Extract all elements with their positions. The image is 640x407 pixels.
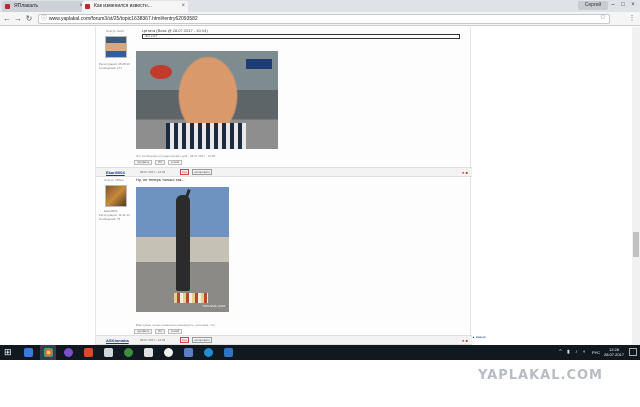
rating-icons[interactable]: ● ■ (462, 338, 468, 343)
post-body-text: Ну, он теперь только так... (136, 177, 185, 182)
tab-label: ЯПлакалъ (14, 3, 39, 9)
tab-label: Как изменился известн... (94, 3, 152, 9)
post-header: ASKtomaha 28.07.2017 - 12:02 Ред цитиров… (96, 335, 472, 345)
post-note: Вам нужно лучше правильно переводить, уч… (136, 323, 218, 327)
app-icon[interactable] (224, 348, 233, 357)
address-bar[interactable]: ⓘ www.yaplakal.com/forum3/st/25/topic163… (38, 14, 610, 24)
close-tab-icon[interactable]: × (181, 1, 185, 12)
navigation-bar: ← → ↻ ⓘ www.yaplakal.com/forum3/st/25/to… (0, 12, 640, 26)
background-banner (246, 59, 272, 69)
menu-icon[interactable]: ⋮ (628, 14, 636, 24)
calculator-icon[interactable] (104, 348, 113, 357)
edit-button[interactable]: Ред (180, 337, 190, 343)
clock[interactable]: 12:28 28.07.2017 (604, 347, 624, 357)
quote-button[interactable]: цитировать (192, 169, 212, 175)
tab-active-topic[interactable]: Как изменился известн... × (82, 1, 188, 12)
profile-button[interactable]: Сергей (578, 1, 608, 10)
save-button[interactable]: в мой (168, 160, 183, 165)
minimize-icon[interactable]: – (608, 0, 618, 11)
app-icon[interactable] (184, 348, 193, 357)
image-watermark: YAPLAKAL.COM (202, 304, 225, 308)
post-actions: профиль ЛС в мой (134, 329, 184, 334)
quote-text: Это кто? (142, 34, 460, 39)
flowers (174, 293, 208, 303)
site-watermark: YAPLAKAL.COM (478, 368, 603, 383)
post-image[interactable] (136, 51, 278, 149)
striped-shirt (166, 123, 246, 149)
author-link[interactable]: Ekari0004 (106, 170, 125, 175)
language-indicator[interactable]: РУС (592, 350, 600, 355)
app-icon[interactable] (84, 348, 93, 357)
forum-thread: Статус: Gold Регистрация: 25.08.10 Сообщ… (95, 27, 472, 345)
clock-icon[interactable] (164, 348, 173, 357)
app-icon[interactable] (124, 348, 133, 357)
watermark-area: YAPLAKAL.COM (0, 360, 640, 407)
post-date: 28.07.2017 - 12:02 (140, 170, 166, 174)
windows-start-icon[interactable]: ⊞ (4, 348, 13, 357)
notifications-icon[interactable] (629, 348, 637, 356)
pm-button[interactable]: ЛС (155, 329, 166, 334)
forward-icon[interactable]: → (13, 14, 23, 24)
tab-yaplakal[interactable]: ЯПлакалъ × (2, 1, 86, 12)
post-header: Ekari0004 28.07.2017 - 12:02 Ред цитиров… (96, 167, 472, 177)
page-viewport: Статус: Gold Регистрация: 25.08.10 Сообщ… (0, 27, 640, 345)
close-window-icon[interactable]: × (628, 0, 638, 11)
profile-button[interactable]: профиль (134, 160, 153, 165)
rating-icons[interactable]: ● ■ (462, 170, 468, 175)
quote-button[interactable]: цитировать (192, 337, 212, 343)
quote-block: Цитата (Boss @ 28.07.2017 - 10:14) Это к… (142, 28, 462, 40)
user-post-count: Сообщений: 171 (99, 66, 123, 70)
post-date: 28.07.2017 - 12:02 (140, 338, 166, 342)
skype-icon[interactable] (204, 348, 213, 357)
user-status: Статус: Offline (104, 178, 124, 182)
taskbar: ⊞ ^ ▮ ♪ ◐ РУС 12:28 28.07.2017 (0, 345, 640, 360)
app-icon[interactable] (144, 348, 153, 357)
post-image[interactable]: YAPLAKAL.COM (136, 187, 229, 312)
avatar[interactable] (105, 185, 127, 207)
browser-tab-strip: ЯПлакалъ × Как изменился известн... × Се… (0, 0, 640, 12)
profile-button[interactable]: профиль (134, 329, 153, 334)
info-icon[interactable]: ⓘ (41, 15, 47, 23)
scrollbar[interactable] (632, 27, 640, 345)
tray-icons[interactable]: ^ ▮ ♪ ◐ (559, 349, 588, 355)
favicon-icon (85, 4, 90, 9)
avatar[interactable] (105, 36, 127, 58)
background-sign (150, 65, 172, 79)
save-button[interactable]: в мой (168, 329, 183, 334)
url-text: www.yaplakal.com/forum3/st/25/topic16383… (49, 16, 198, 22)
scroll-thumb[interactable] (633, 232, 639, 257)
chrome-icon[interactable] (44, 348, 53, 357)
reload-icon[interactable]: ↻ (24, 14, 34, 24)
post-actions: профиль ЛС в мой (134, 160, 184, 165)
back-icon[interactable]: ← (2, 14, 12, 24)
search-icon[interactable] (24, 348, 33, 357)
author-link[interactable]: ASKtomaha (106, 338, 129, 343)
user-post-count: Сообщений: 76 (99, 217, 121, 221)
viber-icon[interactable] (64, 348, 73, 357)
scroll-to-top-link[interactable]: ▲ Наверх (472, 335, 486, 339)
pm-button[interactable]: ЛС (155, 160, 166, 165)
bookmark-star-icon[interactable]: ☆ (600, 14, 606, 22)
user-status: Статус: Gold (106, 29, 124, 33)
favicon-icon (5, 4, 10, 9)
quote-header: Цитата (Boss @ 28.07.2017 - 10:14) (142, 28, 208, 33)
clock-date: 28.07.2017 (603, 352, 624, 357)
maximize-icon[interactable]: □ (618, 0, 628, 11)
edit-button[interactable]: Ред (180, 169, 190, 175)
edit-note: Это сообщение отредактировал geR - 28.07… (136, 154, 216, 158)
